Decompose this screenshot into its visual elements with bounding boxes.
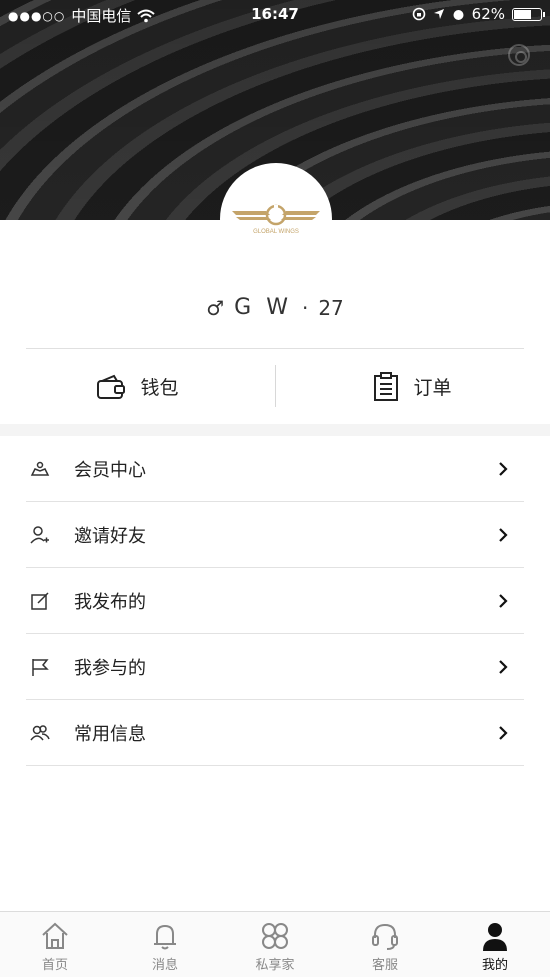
tab-label: 首页 — [41, 958, 68, 973]
chevron-right-icon — [499, 527, 508, 542]
user-info: ♂ G W · 27 — [0, 295, 550, 320]
chevron-right-icon — [499, 659, 508, 674]
menu-label: 我发布的 — [74, 591, 146, 613]
logo-text: GLOBAL WINGS — [253, 229, 299, 235]
orders-label: 订单 — [413, 377, 452, 399]
home-icon — [42, 922, 68, 949]
clover-icon — [262, 923, 288, 949]
menu-label: 我参与的 — [74, 657, 146, 679]
chevron-right-icon — [499, 461, 508, 476]
tab-home[interactable]: 首页 — [0, 912, 110, 977]
member-icon — [30, 459, 50, 479]
tab-label: 我的 — [481, 958, 508, 973]
bell-icon — [154, 924, 176, 950]
quick-actions: 钱包 订单 — [0, 349, 550, 424]
menu-item-invite-friends[interactable]: 邀请好友 — [26, 502, 524, 568]
tab-label: 私享家 — [255, 958, 295, 973]
flag-icon — [30, 657, 50, 677]
menu-item-my-posts[interactable]: 我发布的 — [26, 568, 524, 634]
tab-private-club[interactable]: 私享家 — [220, 912, 330, 977]
menu-item-common-info[interactable]: 常用信息 — [26, 700, 524, 766]
battery-level — [514, 9, 532, 19]
person-icon — [483, 923, 507, 951]
chevron-right-icon — [499, 725, 508, 740]
chevron-right-icon — [499, 593, 508, 608]
settings-gear-icon[interactable] — [508, 44, 530, 66]
wallet-label: 钱包 — [140, 377, 179, 399]
user-age: 27 — [318, 295, 344, 320]
rotation-lock-icon — [412, 7, 425, 21]
user-name: G W — [234, 295, 292, 320]
headset-icon — [372, 923, 398, 950]
battery-icon — [512, 7, 545, 21]
tab-label: 客服 — [371, 958, 398, 973]
battery-percent: 62% — [471, 5, 505, 23]
separator-dot: · — [301, 295, 309, 320]
gender-male-icon: ♂ — [206, 295, 225, 320]
tab-label: 消息 — [151, 958, 178, 973]
location-icon — [433, 9, 444, 19]
tab-me[interactable]: 我的 — [440, 912, 550, 977]
menu-item-my-participation[interactable]: 我参与的 — [26, 634, 524, 700]
add-friend-icon — [30, 525, 50, 545]
contacts-icon — [30, 723, 50, 743]
menu-list: 会员中心 邀请好友 我发布的 我参与的 常用信息 — [0, 436, 550, 911]
quick-divider — [275, 365, 276, 407]
menu-item-member-center[interactable]: 会员中心 — [26, 436, 524, 502]
global-wings-logo: GLOBAL WINGS — [232, 204, 320, 235]
orders-button[interactable]: 订单 — [275, 349, 550, 424]
alarm-icon — [453, 9, 464, 20]
menu-label: 常用信息 — [74, 723, 146, 745]
menu-label: 会员中心 — [74, 459, 146, 481]
status-bar: ●●●○○ 中国电信 16:47 62% — [0, 0, 550, 30]
menu-label: 邀请好友 — [74, 525, 146, 547]
tab-customer-service[interactable]: 客服 — [330, 912, 440, 977]
edit-icon — [30, 591, 50, 611]
clipboard-icon — [374, 371, 399, 401]
avatar[interactable]: GLOBAL WINGS — [220, 163, 332, 275]
wallet-button[interactable]: 钱包 — [0, 349, 275, 424]
tab-bar: 首页 消息 私享家 客服 我的 — [0, 911, 550, 977]
status-right: 62% — [412, 5, 545, 23]
wallet-icon — [97, 374, 126, 399]
tab-messages[interactable]: 消息 — [110, 912, 220, 977]
